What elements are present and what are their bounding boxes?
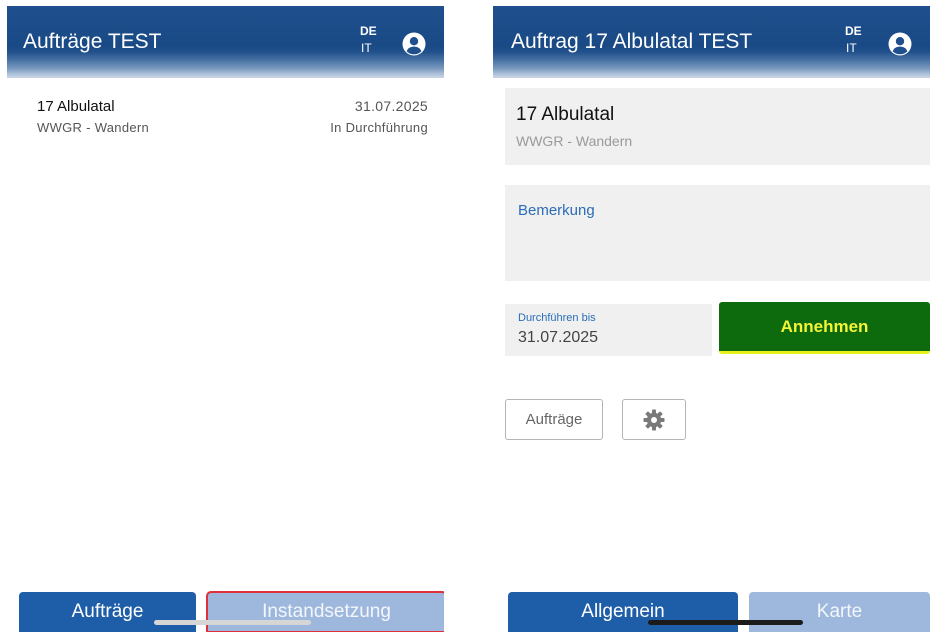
due-date-field[interactable]: Durchführen bis 31.07.2025 xyxy=(505,304,712,356)
language-it[interactable]: IT xyxy=(360,40,377,57)
tab-map[interactable]: Karte xyxy=(749,592,930,632)
page-title: Aufträge TEST xyxy=(23,30,162,53)
accept-button[interactable]: Annehmen xyxy=(719,302,930,354)
order-title: 17 Albulatal xyxy=(37,98,115,115)
user-circle-icon[interactable] xyxy=(402,32,426,56)
tab-repair[interactable]: Instandsetzung xyxy=(206,591,444,632)
order-date: 31.07.2025 xyxy=(354,98,428,114)
home-indicator xyxy=(154,620,311,625)
language-de[interactable]: DE xyxy=(845,23,862,40)
order-title: 17 Albulatal xyxy=(516,104,615,125)
orders-button[interactable]: Aufträge xyxy=(505,399,603,440)
order-category: WWGR - Wandern xyxy=(516,133,633,149)
app-header: Auftrag 17 Albulatal TEST DE IT xyxy=(493,6,930,78)
order-detail-screen: Auftrag 17 Albulatal TEST DE IT 17 Albul… xyxy=(493,0,930,632)
language-switcher: DE IT xyxy=(360,23,377,57)
order-category: WWGR - Wandern xyxy=(37,120,150,135)
remark-field[interactable]: Bemerkung xyxy=(505,185,930,281)
orders-list-screen: Aufträge TEST DE IT 17 Albulatal WWGR - … xyxy=(7,0,444,632)
gear-icon xyxy=(643,409,665,430)
user-circle-icon[interactable] xyxy=(888,32,912,56)
remark-label: Bemerkung xyxy=(518,202,595,219)
order-summary-card: 17 Albulatal WWGR - Wandern xyxy=(505,88,930,165)
order-status: In Durchführung xyxy=(330,120,428,135)
list-item[interactable]: 17 Albulatal WWGR - Wandern 31.07.2025 I… xyxy=(7,88,444,142)
tab-general[interactable]: Allgemein xyxy=(508,592,738,632)
settings-button[interactable] xyxy=(622,399,686,440)
header-mountain-banner xyxy=(493,52,930,78)
home-indicator xyxy=(648,620,803,625)
page-title: Auftrag 17 Albulatal TEST xyxy=(511,30,753,53)
due-date-label: Durchführen bis xyxy=(518,312,596,324)
language-switcher: DE IT xyxy=(845,23,862,57)
language-it[interactable]: IT xyxy=(845,40,862,57)
due-date-value: 31.07.2025 xyxy=(518,329,599,346)
tab-orders[interactable]: Aufträge xyxy=(19,592,196,632)
header-mountain-banner xyxy=(7,52,444,78)
app-header: Aufträge TEST DE IT xyxy=(7,6,444,78)
language-de[interactable]: DE xyxy=(360,23,377,40)
